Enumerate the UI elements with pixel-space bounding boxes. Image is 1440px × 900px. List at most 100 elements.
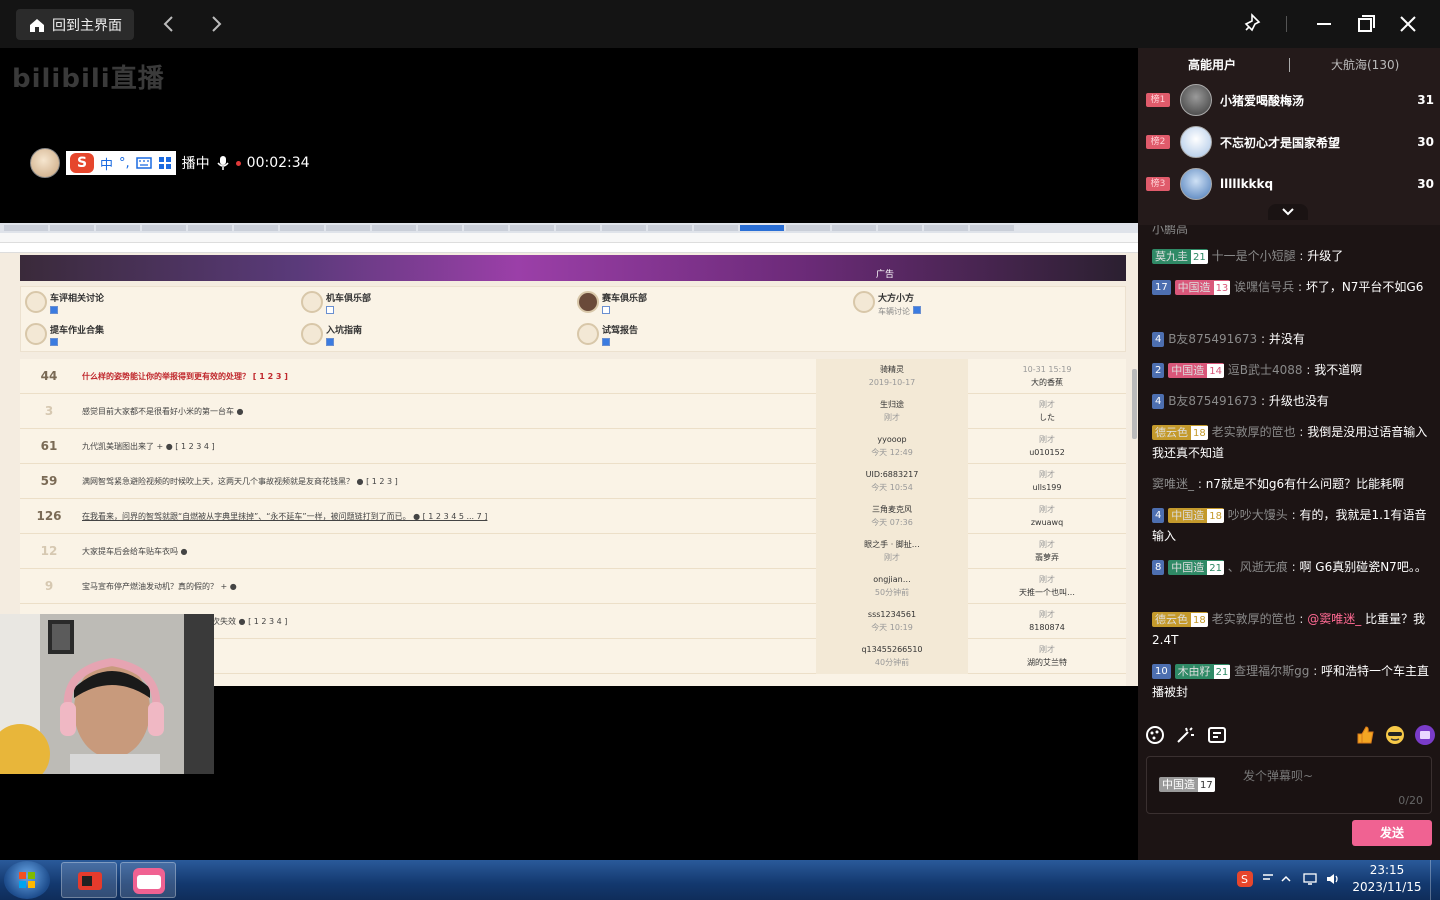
last-reply-user[interactable]: 大的香蕉	[968, 376, 1126, 389]
category-checkbox[interactable]	[50, 306, 58, 314]
fan-medal[interactable]: 德云色 18	[1152, 425, 1208, 440]
thread-title[interactable]: 满网智驾紧急避险视频的时候吹上天，这两天几个事故视频就是友商花钱黑？ ● [ 1…	[82, 464, 816, 499]
fan-medal[interactable]: 木由籽 21	[1174, 664, 1231, 679]
gift-panel-icon[interactable]	[1414, 724, 1436, 746]
chat-username[interactable]: 逗B武士4088	[1228, 363, 1303, 377]
show-hidden-icons-icon[interactable]	[1278, 871, 1294, 887]
fan-medal[interactable]: 中国造 18	[1168, 508, 1224, 523]
chat-username[interactable]: 查理福尔斯gg	[1234, 664, 1309, 678]
cool-face-icon[interactable]	[1384, 724, 1406, 746]
author-name[interactable]: q13455266510	[816, 643, 968, 656]
chat-username[interactable]: 窦唯迷_	[1152, 477, 1194, 491]
thread-row[interactable]: 9 宝马宣布停产燃油发动机？真的假的？ + ● ongjian… 50分钟前 刚才…	[20, 569, 1126, 604]
thread-row[interactable]: 12 大家提车后会给车贴车衣吗 ● 眼之手 · 脚扯… 刚才 刚才 翡萝弄	[20, 534, 1126, 569]
expand-ranks-button[interactable]	[1268, 204, 1308, 220]
forward-arrow-icon[interactable]	[205, 12, 227, 36]
danmaku-settings-icon[interactable]	[1206, 724, 1228, 746]
thread-row[interactable]: 3 感觉目前大家都不是很看好小米的第一台车 ● 生归途 刚才 刚才 した	[20, 394, 1126, 429]
scrollbar[interactable]	[1132, 369, 1137, 439]
last-reply-user[interactable]: ulls199	[968, 481, 1126, 494]
home-button[interactable]: 回到主界面	[16, 9, 134, 40]
author-name[interactable]: 骑精灵	[816, 363, 968, 376]
thread-row[interactable]: 126 在我看来，问界的智驾就跟“自燃被从字典里抹掉”、“永不延车”一样，被问题…	[20, 499, 1126, 534]
last-reply-user[interactable]: zwuawq	[968, 516, 1126, 529]
rank-item[interactable]: 榜1 小猪爱喝酸梅汤 31	[1146, 83, 1434, 117]
chat-username[interactable]: B友875491673	[1168, 394, 1257, 408]
ime-toolbar[interactable]: S 中 °,	[66, 151, 176, 175]
chat-username[interactable]: 诶嘿信号兵	[1234, 280, 1294, 294]
user-level-badge[interactable]: 2	[1152, 363, 1165, 378]
fan-medal[interactable]: 中国造 17	[1159, 777, 1215, 792]
fan-medal[interactable]: 德云色 18	[1152, 612, 1208, 627]
close-icon[interactable]	[1396, 12, 1420, 36]
chat-mention[interactable]: @窦唯迷_	[1307, 612, 1361, 626]
last-reply-user[interactable]: 湖的艾兰特	[968, 656, 1126, 669]
start-button[interactable]	[4, 861, 50, 899]
thread-title[interactable]: 宝马宣布停产燃油发动机？真的假的？ + ●	[82, 569, 816, 604]
minimize-icon[interactable]	[1312, 12, 1336, 36]
category-item[interactable]: 大方小方 车辆讨论	[853, 291, 922, 317]
category-item[interactable]: 机车俱乐部	[301, 291, 371, 314]
last-reply-user[interactable]: u010152	[968, 446, 1126, 459]
thumbs-up-icon[interactable]	[1354, 724, 1376, 746]
pin-icon[interactable]	[1240, 12, 1264, 36]
chat-username[interactable]: 老实敦厚的笸也	[1212, 612, 1296, 626]
rank-item[interactable]: 榜2 不忘初心才是国家希望 30	[1146, 125, 1434, 159]
taskbar-app-recorder[interactable]	[61, 862, 117, 898]
back-arrow-icon[interactable]	[158, 12, 180, 36]
thread-title[interactable]: 感觉目前大家都不是很看好小米的第一台车 ●	[82, 394, 816, 429]
user-level-badge[interactable]: 17	[1152, 280, 1171, 295]
thread-title[interactable]: 什么样的姿势能让你的举报得到更有效的处理？ [ 1 2 3 ]	[82, 359, 816, 394]
thread-title[interactable]: 在我看来，问界的智驾就跟“自燃被从字典里抹掉”、“永不延车”一样，被问题链打到了…	[82, 499, 816, 534]
network-icon[interactable]	[1302, 871, 1318, 887]
category-checkbox[interactable]	[913, 306, 922, 314]
last-reply-user[interactable]: した	[968, 411, 1126, 424]
maximize-icon[interactable]	[1354, 12, 1378, 36]
last-reply-user[interactable]: 8180874	[968, 621, 1126, 634]
author-name[interactable]: ongjian…	[816, 573, 968, 586]
category-checkbox[interactable]	[50, 338, 58, 346]
user-level-badge[interactable]: 4	[1152, 394, 1165, 409]
fan-medal[interactable]: 莫九圭 21	[1152, 249, 1208, 264]
author-name[interactable]: yyooop	[816, 433, 968, 446]
system-clock[interactable]: 23:15 2023/11/15	[1350, 862, 1424, 896]
fan-medal[interactable]: 中国造 14	[1168, 363, 1224, 378]
last-reply-user[interactable]: 翡萝弄	[968, 551, 1126, 564]
thread-row[interactable]: 59 满网智驾紧急避险视频的时候吹上天，这两天几个事故视频就是友商花钱黑？ ● …	[20, 464, 1126, 499]
category-checkbox[interactable]	[326, 338, 334, 346]
category-item[interactable]: 入坑指南	[301, 323, 362, 346]
category-checkbox[interactable]	[602, 338, 610, 346]
thread-row[interactable]: 61 九代凯美瑞图出来了 + ● [ 1 2 3 4 ] yyooop 今天 12…	[20, 429, 1126, 464]
user-level-badge[interactable]: 4	[1152, 332, 1165, 347]
sogou-tray-icon[interactable]: S	[1237, 871, 1253, 887]
thread-row[interactable]: 44 什么样的姿势能让你的举报得到更有效的处理？ [ 1 2 3 ] 骑精灵 20…	[20, 359, 1126, 394]
chat-username[interactable]: 吵吵大馒头	[1228, 508, 1288, 522]
user-level-badge[interactable]: 4	[1152, 508, 1165, 523]
category-item[interactable]: 试驾报告	[577, 323, 638, 346]
chat-username[interactable]: 、风逝无痕	[1228, 560, 1288, 574]
danmaku-input[interactable]: 中国造 17 发个弹幕呗~ 0/20	[1146, 756, 1432, 814]
fan-medal[interactable]: 中国造 21	[1168, 560, 1224, 575]
chat-username[interactable]: B友875491673	[1168, 332, 1257, 346]
category-checkbox[interactable]	[602, 306, 610, 314]
user-level-badge[interactable]: 10	[1152, 664, 1171, 679]
author-name[interactable]: 眼之手 · 脚扯…	[816, 538, 968, 551]
rank-item[interactable]: 榜3 lllllkkkq 30	[1146, 167, 1434, 201]
category-checkbox[interactable]	[326, 306, 334, 314]
volume-icon[interactable]	[1325, 871, 1341, 887]
send-button[interactable]: 发送	[1352, 820, 1432, 846]
palette-icon[interactable]	[1144, 724, 1166, 746]
category-item[interactable]: 车评相关讨论	[25, 291, 104, 314]
tab-high-energy[interactable]: 高能用户	[1188, 56, 1236, 73]
chat-username[interactable]: 十一是个小短腿	[1212, 249, 1296, 263]
author-name[interactable]: 三角麦克风	[816, 503, 968, 516]
fan-medal[interactable]: 中国造 13	[1174, 280, 1231, 295]
category-item[interactable]: 提车作业合集	[25, 323, 104, 346]
show-desktop-button[interactable]	[1430, 860, 1440, 900]
author-name[interactable]: UID:6883217	[816, 468, 968, 481]
author-name[interactable]: sss1234561	[816, 608, 968, 621]
category-item[interactable]: 赛车俱乐部	[577, 291, 647, 314]
taskbar-app-bilibili[interactable]	[120, 862, 176, 898]
tab-fleet[interactable]: 大航海(130)	[1331, 56, 1399, 73]
thread-title[interactable]: 九代凯美瑞图出来了 + ● [ 1 2 3 4 ]	[82, 429, 816, 464]
